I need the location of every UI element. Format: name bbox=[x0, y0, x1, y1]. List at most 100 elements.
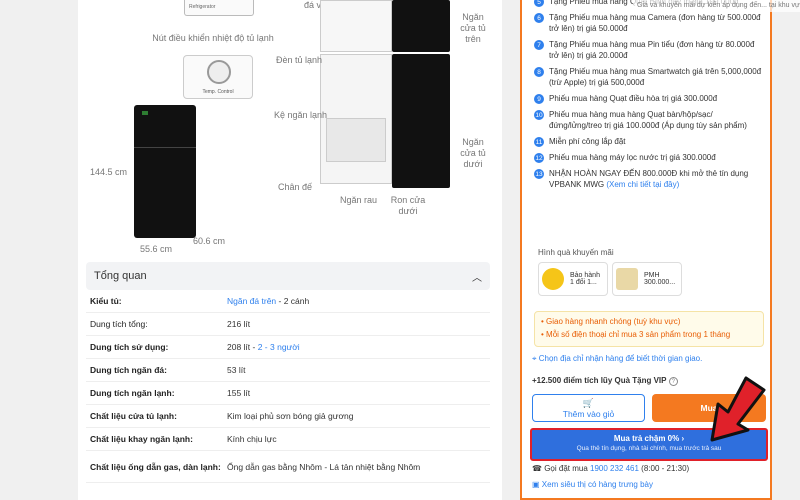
notice-line-1: Giao hàng nhanh chóng (tuỳ khu vực) bbox=[546, 317, 681, 326]
spec-value: 208 lít - 2 - 3 người bbox=[227, 342, 486, 352]
voucher-icon bbox=[616, 268, 638, 290]
help-icon[interactable]: ? bbox=[668, 377, 678, 386]
hotline-number-link[interactable]: 1900 232 461 bbox=[590, 464, 639, 473]
promo-text-body: Phiếu mua hàng mua hàng Quạt bàn/hộp/sạc… bbox=[549, 110, 747, 130]
overview-header[interactable]: Tổng quan ︿ bbox=[86, 262, 490, 290]
bottom-bin-label: Ron cửa dưới bbox=[390, 195, 426, 216]
promo-number-badge: 12 bbox=[534, 153, 544, 163]
promo-item: 8 Tặng Phiếu mua hàng mua Smartwatch giá … bbox=[534, 66, 764, 88]
promo-text: Tặng Phiếu mua hàng mua Smartwatch giá t… bbox=[549, 66, 764, 88]
spec-value-link[interactable]: 2 - 3 người bbox=[258, 342, 300, 352]
hotline-prefix: Gọi đặt mua bbox=[544, 464, 591, 473]
promo-number-badge: 13 bbox=[534, 169, 544, 179]
promo-text: Tặng Phiếu mua hàng mua Pin tiểu (đơn hà… bbox=[549, 39, 764, 61]
promo-number-badge: 10 bbox=[534, 110, 544, 120]
spec-key[interactable]: Dung tích tổng: bbox=[90, 319, 227, 329]
warranty-icon bbox=[542, 268, 564, 290]
promo-number-badge: 6 bbox=[534, 13, 544, 23]
notice-line: • Mỗi số điện thoại chỉ mua 3 sản phẩm t… bbox=[541, 330, 731, 339]
promo-text: NHẬN HOÀN NGAY ĐẾN 800.000Đ khi mở thẻ t… bbox=[549, 168, 764, 190]
panel-caption: Nút điều khiển nhiệt độ tủ lạnh bbox=[152, 33, 274, 43]
gift-card-warranty[interactable]: Bảo hành 1 đổi 1... bbox=[538, 262, 608, 296]
spec-value-text: 155 lít bbox=[227, 388, 251, 398]
chevron-up-icon[interactable]: ︿ bbox=[472, 269, 482, 284]
notice-line-2: Mỗi số điện thoại chỉ mua 3 sản phẩm tro… bbox=[546, 330, 731, 339]
promo-text-body: Phiếu mua hàng máy lọc nước trị giá 300.… bbox=[549, 153, 716, 162]
promo-item: 7 Tặng Phiếu mua hàng mua Pin tiểu (đơn h… bbox=[534, 39, 764, 61]
spec-value: 216 lít bbox=[227, 319, 486, 329]
red-arrow-annotation bbox=[710, 376, 766, 442]
promo-text-body: Tặng Phiếu mua hàng mua Camera (đơn hàng… bbox=[549, 13, 761, 33]
height-label: 144.5 cm bbox=[90, 167, 128, 177]
vip-points-text: +12.500 điểm tích lũy Quà Tặng VIP bbox=[532, 376, 667, 385]
dial-icon bbox=[207, 60, 231, 84]
spec-key: Chất liệu ống dẫn gas, dàn lạnh: bbox=[90, 461, 221, 472]
gifts-title: Hình quà khuyến mãi bbox=[538, 248, 614, 257]
spec-value-text: 208 lít - bbox=[227, 342, 258, 352]
spec-value-text: 53 lít bbox=[227, 365, 246, 375]
spec-value: 53 lít bbox=[227, 365, 486, 375]
open-fridge-image bbox=[320, 0, 450, 188]
add-to-cart-button[interactable]: 🛒 Thêm vào giỏ bbox=[532, 394, 645, 422]
promo-number-badge: 7 bbox=[534, 40, 544, 50]
spec-row: Dung tích tổng: 216 lít bbox=[86, 313, 490, 336]
promo-item: 9 Phiếu mua hàng Quạt điều hòa trị giá 30… bbox=[534, 93, 764, 104]
spec-key: Chất liệu khay ngăn lạnh: bbox=[90, 434, 193, 444]
hotline-hours: (8:00 - 21:30) bbox=[638, 464, 690, 473]
spec-value: Ngăn đá trên - 2 cánh bbox=[227, 296, 486, 306]
spec-row: Chất liệu khay ngăn lạnh: Kính chịu lực bbox=[86, 428, 490, 451]
temp-dial-image: Temp. Control bbox=[183, 55, 253, 99]
promo-item: 12 Phiếu mua hàng máy lọc nước trị giá 30… bbox=[534, 152, 764, 163]
promo-item: 10 Phiếu mua hàng mua hàng Quạt bàn/hộp/s… bbox=[534, 109, 764, 131]
light-label: Đèn tủ lạnh bbox=[276, 55, 323, 65]
bottom-door-label: Ngăn cửa tủ dưới bbox=[460, 137, 486, 169]
spec-value: 155 lít bbox=[227, 388, 486, 398]
promo-list: 5Tặng Phiếu mua hàng Quạt Bình đầy trị g… bbox=[534, 0, 764, 195]
spec-key: Dung tích ngăn lạnh: bbox=[90, 388, 175, 398]
spec-table: Kiểu tủ: Ngăn đá trên - 2 cánh Dung tích t… bbox=[86, 290, 490, 483]
veg-label: Ngăn rau bbox=[340, 195, 378, 205]
panel-brand-text: Refrigerator bbox=[189, 4, 216, 10]
promo-text: Miễn phí công lắp đặt bbox=[549, 136, 626, 147]
installment-title: Mua trả chậm 0% bbox=[613, 434, 680, 443]
dial-title: Temp. Control bbox=[202, 89, 234, 95]
fridge-diagram: đá viên Refrigerator Nút điều khiển nhiệ… bbox=[78, 0, 502, 258]
spec-row: Dung tích sử dụng: 208 lít - 2 - 3 người bbox=[86, 336, 490, 359]
spec-row: Chất liệu cửa tủ lạnh: Kim loại phủ sơn b… bbox=[86, 405, 490, 428]
location-pin-icon: ⌖ bbox=[532, 354, 537, 363]
add-to-cart-label: Thêm vào giỏ bbox=[562, 408, 615, 419]
cart-icon: 🛒 bbox=[582, 397, 595, 408]
promo-number-badge: 9 bbox=[534, 94, 544, 104]
spec-value: Ống dẫn gas bằng Nhôm - Lá tản nhiệt bằn… bbox=[227, 462, 486, 472]
spec-row: Chất liệu ống dẫn gas, dàn lạnh: Ống dẫn … bbox=[86, 451, 490, 483]
spec-value-text: - 2 cánh bbox=[276, 296, 310, 306]
promo-number-badge: 11 bbox=[534, 137, 544, 147]
store-icon: ▣ bbox=[532, 480, 540, 489]
chevron-right-icon: › bbox=[681, 434, 685, 443]
promo-number-badge: 8 bbox=[534, 67, 544, 77]
overview-section: Tổng quan ︿ Kiểu tủ: Ngăn đá trên - 2 cán… bbox=[86, 262, 490, 498]
showroom-link[interactable]: ▣ Xem siêu thị có hàng trưng bày bbox=[532, 480, 653, 489]
showroom-text: Xem siêu thị có hàng trưng bày bbox=[541, 480, 653, 489]
promo-text-body: Miễn phí công lắp đặt bbox=[549, 137, 626, 146]
spec-value-link[interactable]: Ngăn đá trên bbox=[227, 296, 276, 306]
promo-text: Phiếu mua hàng mua hàng Quạt bàn/hộp/sạc… bbox=[549, 109, 764, 131]
shipping-notice: • Giao hàng nhanh chóng (tuỳ khu vực) • … bbox=[534, 311, 764, 347]
gift-card-voucher[interactable]: PMH 300.000... bbox=[612, 262, 682, 296]
vip-points: +12.500 điểm tích lũy Quà Tặng VIP ? bbox=[532, 376, 678, 386]
promo-text: Phiếu mua hàng Quạt điều hòa trị giá 300… bbox=[549, 93, 717, 104]
fridge-image bbox=[134, 105, 196, 238]
choose-address-link[interactable]: ⌖ Chọn địa chỉ nhận hàng để biết thời gi… bbox=[532, 354, 702, 364]
spec-key: Kiểu tủ: bbox=[90, 296, 122, 306]
spec-value-text: Kim loại phủ sơn bóng giả gương bbox=[227, 411, 354, 421]
promo-number-badge: 5 bbox=[534, 0, 544, 7]
choose-address-text: Chọn địa chỉ nhận hàng để biết thời gian… bbox=[538, 354, 703, 363]
promo-details-link[interactable]: (Xem chi tiết tại đây) bbox=[606, 180, 679, 189]
promo-text: Tặng Phiếu mua hàng mua Camera (đơn hàng… bbox=[549, 12, 764, 34]
spec-key: Dung tích sử dụng: bbox=[90, 342, 169, 352]
width-label: 55.6 cm bbox=[140, 244, 173, 254]
depth-label: 60.6 cm bbox=[193, 236, 226, 246]
spec-key: Chất liệu cửa tủ lạnh: bbox=[90, 411, 177, 421]
spec-value: Kim loại phủ sơn bóng giả gương bbox=[227, 411, 486, 421]
spec-row: Dung tích ngăn lạnh: 155 lít bbox=[86, 382, 490, 405]
